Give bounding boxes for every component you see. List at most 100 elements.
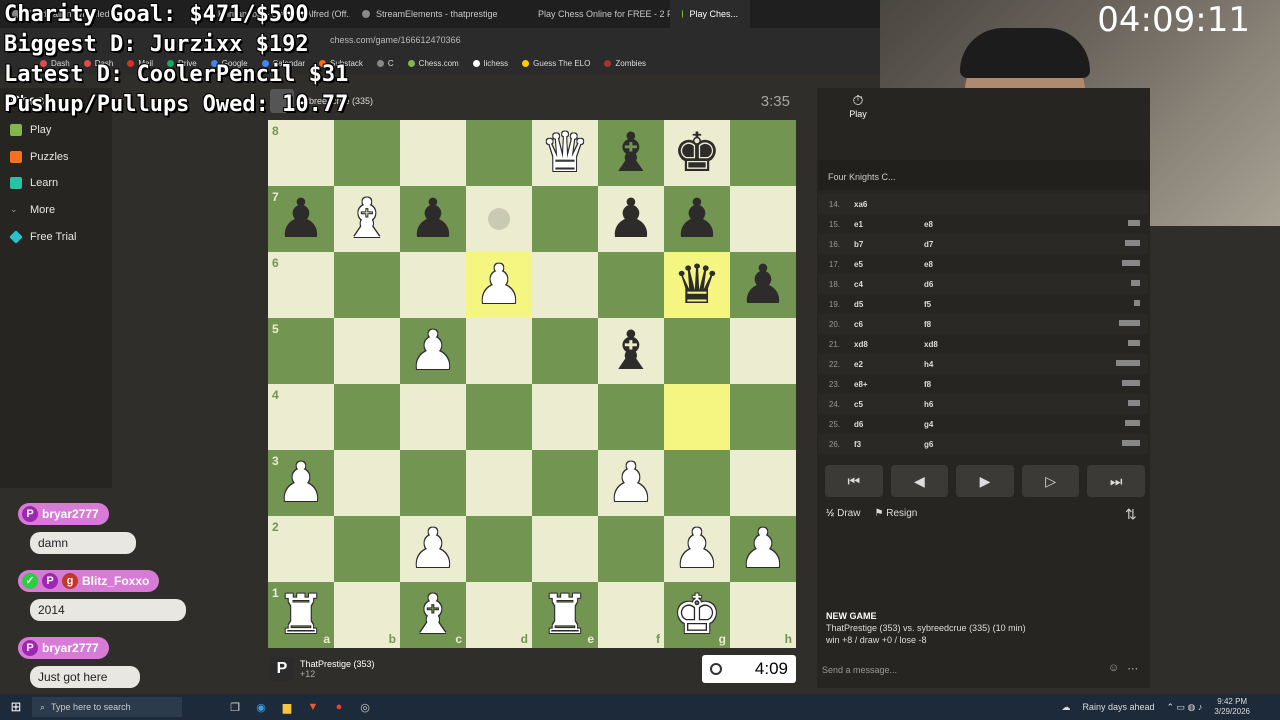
square-c7[interactable]: ♟ (400, 186, 466, 252)
square-g1[interactable]: g ♚ (664, 582, 730, 648)
white-move[interactable]: d6 (846, 420, 916, 429)
white-pawn-icon[interactable]: ♟ (673, 522, 721, 576)
square-g7[interactable]: ♟ (664, 186, 730, 252)
previous-move-button[interactable]: ◀ (890, 465, 949, 497)
square-a3[interactable]: 3 ♟ (268, 450, 334, 516)
black-move[interactable]: f8 (916, 380, 986, 389)
square-h4[interactable] (730, 384, 796, 450)
square-e5[interactable] (532, 318, 598, 384)
legal-move-dot[interactable] (488, 208, 510, 230)
black-pawn-icon[interactable]: ♟ (607, 192, 655, 246)
square-e1[interactable]: e ♜ (532, 582, 598, 648)
black-move[interactable]: d6 (916, 280, 986, 289)
black-move[interactable]: h6 (916, 400, 986, 409)
black-move[interactable]: g6 (916, 440, 986, 449)
tab-play[interactable]: ⏱ Play (830, 92, 886, 119)
square-a8[interactable]: 8 (268, 120, 334, 186)
sidebar-item-free-trial[interactable]: Free Trial (9, 230, 76, 244)
square-c2[interactable]: ♟ (400, 516, 466, 582)
avatar[interactable]: P (270, 657, 294, 681)
square-a4[interactable]: 4 (268, 384, 334, 450)
square-h7[interactable] (730, 186, 796, 252)
square-d1[interactable]: d (466, 582, 532, 648)
white-move[interactable]: e2 (846, 360, 916, 369)
square-b5[interactable] (334, 318, 400, 384)
white-move[interactable]: c6 (846, 320, 916, 329)
taskbar-search[interactable]: ⌕ Type here to search (32, 697, 182, 717)
square-f6[interactable] (598, 252, 664, 318)
white-pawn-icon[interactable]: ♟ (607, 456, 655, 510)
white-move[interactable]: c4 (846, 280, 916, 289)
white-king-icon[interactable]: ♚ (673, 588, 721, 642)
white-move[interactable]: xd8 (846, 340, 916, 349)
player-name[interactable]: ThatPrestige (353) (300, 659, 375, 669)
play-moves-button[interactable]: ▶ (956, 465, 1014, 497)
black-pawn-icon[interactable]: ♟ (409, 192, 457, 246)
square-b3[interactable] (334, 450, 400, 516)
bookmark[interactable]: Guess The ELO (522, 59, 590, 68)
square-a1[interactable]: 1 a ♜ (268, 582, 334, 648)
square-g3[interactable] (664, 450, 730, 516)
square-c4[interactable] (400, 384, 466, 450)
system-clock[interactable]: 9:42 PM 3/29/2026 (1214, 697, 1250, 717)
browser-tab-active[interactable]: Play Ches... (670, 0, 750, 28)
square-b6[interactable] (334, 252, 400, 318)
black-move[interactable]: e8 (916, 260, 986, 269)
sidebar-item-play[interactable]: Play (10, 124, 51, 136)
black-queen-icon[interactable]: ♛ (673, 258, 721, 312)
white-move[interactable]: e1 (846, 220, 916, 229)
square-g4[interactable] (664, 384, 730, 450)
square-h8[interactable] (730, 120, 796, 186)
sidebar-item-puzzles[interactable]: Puzzles (10, 151, 69, 163)
black-move[interactable]: e8 (916, 220, 986, 229)
square-a6[interactable]: 6 (268, 252, 334, 318)
square-d7[interactable] (466, 186, 532, 252)
app-icon[interactable]: ◎ (352, 697, 378, 717)
square-d2[interactable] (466, 516, 532, 582)
square-e2[interactable] (532, 516, 598, 582)
square-e7[interactable] (532, 186, 598, 252)
draw-button[interactable]: ½ Draw (826, 508, 860, 519)
white-pawn-icon[interactable]: ♟ (739, 522, 787, 576)
square-h6[interactable]: ♟ (730, 252, 796, 318)
black-move[interactable]: xd8 (916, 340, 986, 349)
square-d4[interactable] (466, 384, 532, 450)
square-d8[interactable] (466, 120, 532, 186)
black-move[interactable]: d7 (916, 240, 986, 249)
bookmark[interactable]: Chess.com (407, 59, 459, 68)
file-explorer-icon[interactable]: ▆ (274, 697, 300, 717)
edge-browser-icon[interactable]: ◉ (248, 697, 274, 717)
square-b2[interactable] (334, 516, 400, 582)
brave-browser-icon[interactable]: ▼ (300, 697, 326, 717)
square-f8[interactable]: ♝ (598, 120, 664, 186)
white-move[interactable]: e8+ (846, 380, 916, 389)
square-f4[interactable] (598, 384, 664, 450)
white-move[interactable]: b7 (846, 240, 916, 249)
square-h2[interactable]: ♟ (730, 516, 796, 582)
white-pawn-icon[interactable]: ♟ (409, 324, 457, 378)
black-pawn-icon[interactable]: ♟ (673, 192, 721, 246)
flip-board-icon[interactable]: ⇅ (1125, 506, 1137, 523)
black-move[interactable]: g4 (916, 420, 986, 429)
square-g2[interactable]: ♟ (664, 516, 730, 582)
square-c6[interactable] (400, 252, 466, 318)
black-move[interactable]: f8 (916, 320, 986, 329)
white-rook-icon[interactable]: ♜ (541, 588, 589, 642)
white-move[interactable]: e5 (846, 260, 916, 269)
square-a7[interactable]: 7 ♟ (268, 186, 334, 252)
white-queen-icon[interactable]: ♛ (541, 126, 589, 180)
black-bishop-icon[interactable]: ♝ (607, 324, 655, 378)
next-move-button[interactable]: ▷ (1021, 465, 1080, 497)
square-g5[interactable] (664, 318, 730, 384)
square-h3[interactable] (730, 450, 796, 516)
browser-tab[interactable]: Play Chess Online for FREE - 2 Playe... (520, 0, 670, 28)
square-f3[interactable]: ♟ (598, 450, 664, 516)
chrome-icon[interactable]: ● (326, 697, 352, 717)
square-g8[interactable]: ♚ (664, 120, 730, 186)
black-move[interactable]: h4 (916, 360, 986, 369)
windows-start-icon[interactable]: ⊞ (0, 699, 32, 715)
white-bishop-icon[interactable]: ♝ (409, 588, 457, 642)
chess-board[interactable]: 8 ♛ ♝ ♚ 7 ♟ ♝ ♟ ♟ ♟ 6 ♟ ♛ ♟ 5 ♟ ♝ 4 3 ♟ ♟ 2 ♟ ♟ ♟ 1 a ♜ b c ♝ d e ♜ f g ♚ h (268, 120, 796, 648)
white-pawn-icon[interactable]: ♟ (409, 522, 457, 576)
square-b8[interactable] (334, 120, 400, 186)
